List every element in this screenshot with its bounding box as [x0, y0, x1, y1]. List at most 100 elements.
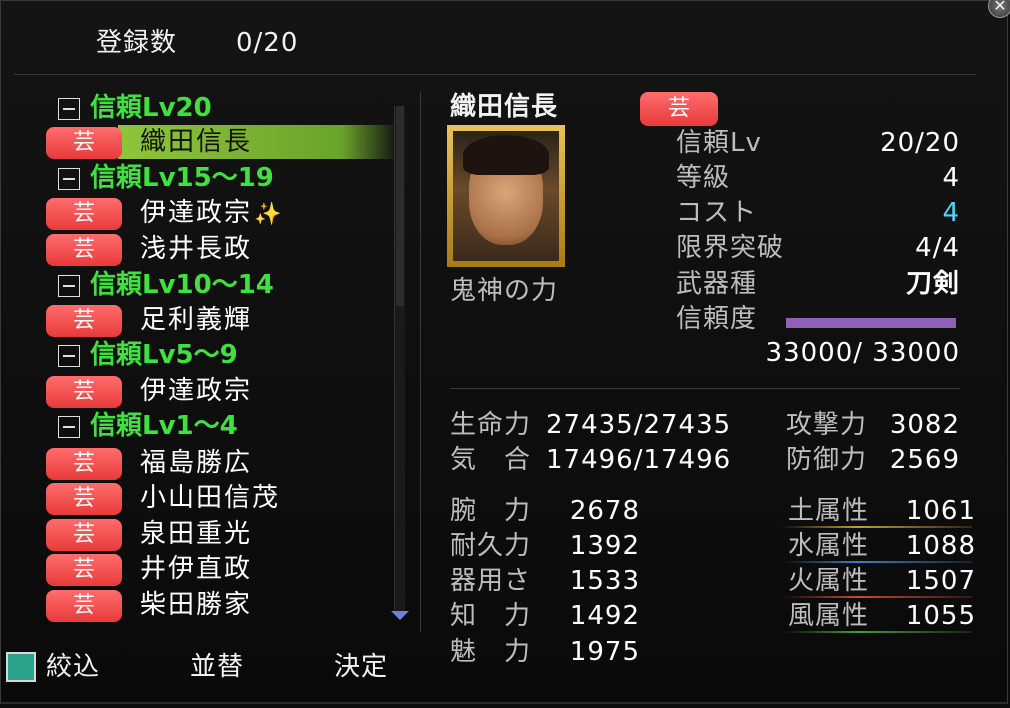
limit-break-value: 4/4: [915, 233, 960, 263]
list-item[interactable]: 芸 足利義輝: [44, 302, 394, 338]
water-attr-value: 1088: [905, 531, 976, 561]
earth-attr-value: 1061: [905, 496, 976, 526]
detail-name: 織田信長: [450, 92, 559, 122]
list-item-selected[interactable]: 芸 織田信長: [44, 124, 394, 160]
list-item-name: 泉田重光: [140, 519, 253, 549]
art-badge: 芸: [46, 234, 122, 266]
art-badge: 芸: [46, 305, 122, 337]
hp-value: 27435/27435: [546, 410, 732, 440]
registered-count-label: 登録数: [96, 28, 178, 58]
list-item[interactable]: 芸 伊達政宗✨: [44, 195, 394, 231]
collapse-icon[interactable]: [58, 345, 80, 367]
scroll-thumb[interactable]: [396, 106, 404, 306]
art-badge: 芸: [46, 127, 122, 159]
wind-attr-label: 風属性: [788, 601, 870, 631]
art-badge: 芸: [46, 448, 122, 480]
collapse-icon[interactable]: [58, 168, 80, 190]
art-badge: 芸: [46, 554, 122, 586]
scroll-down-arrow-icon[interactable]: [391, 611, 409, 620]
filter-button[interactable]: 絞込: [46, 652, 100, 682]
endurance-value: 1392: [569, 531, 640, 561]
collapse-icon[interactable]: [58, 416, 80, 438]
list-item[interactable]: 芸 福島勝広: [44, 445, 394, 481]
list-item-name: 伊達政宗✨: [140, 197, 283, 231]
list-item[interactable]: 芸 泉田重光: [44, 516, 394, 552]
art-badge: 芸: [46, 483, 122, 515]
group-label: 信頼Lv10～14: [90, 270, 274, 300]
list-item[interactable]: 芸 浅井長政: [44, 231, 394, 267]
group-header[interactable]: 信頼Lv1～4: [44, 408, 394, 444]
collapse-icon[interactable]: [58, 98, 80, 120]
group-header[interactable]: 信頼Lv20: [44, 90, 394, 126]
weapon-type-label: 武器種: [676, 269, 758, 299]
header-divider: [14, 74, 976, 75]
group-label: 信頼Lv1～4: [90, 411, 238, 441]
defense-value: 2569: [889, 445, 960, 475]
grade-label: 等級: [676, 163, 731, 193]
list-item-name: 伊達政宗: [140, 376, 253, 406]
skill-name: 鬼神の力: [450, 276, 559, 306]
wind-attr-value: 1055: [905, 601, 976, 631]
charm-label: 魅 力: [450, 637, 532, 667]
ki-value: 17496/17496: [546, 445, 732, 475]
list-item-name: 福島勝広: [140, 448, 253, 478]
panel-divider: [420, 92, 421, 632]
filter-button-icon[interactable]: [6, 652, 36, 682]
fire-attr-underline: [782, 596, 972, 598]
attack-value: 3082: [889, 410, 960, 440]
list-item[interactable]: 芸 伊達政宗: [44, 373, 394, 409]
character-portrait: [447, 125, 565, 267]
defense-label: 防御力: [786, 445, 868, 475]
endurance-label: 耐久力: [450, 531, 532, 561]
stats-divider: [450, 388, 960, 389]
fire-attr-value: 1507: [905, 566, 976, 596]
list-item[interactable]: 芸 柴田勝家: [44, 587, 394, 623]
list-item[interactable]: 芸 小山田信茂: [44, 480, 394, 516]
grade-value: 4: [942, 163, 960, 193]
group-label: 信頼Lv5～9: [90, 340, 238, 370]
list-item-name: 小山田信茂: [140, 483, 281, 513]
confirm-button[interactable]: 決定: [334, 652, 388, 682]
art-badge: 芸: [46, 590, 122, 622]
water-attr-label: 水属性: [788, 531, 870, 561]
charm-value: 1975: [569, 637, 640, 667]
dexterity-label: 器用さ: [450, 566, 532, 596]
detail-art-badge: 芸: [640, 92, 718, 126]
group-header[interactable]: 信頼Lv10～14: [44, 267, 394, 303]
art-badge: 芸: [46, 519, 122, 551]
list-scrollbar[interactable]: [394, 106, 405, 614]
list-item-name: 足利義輝: [140, 305, 253, 335]
group-label: 信頼Lv20: [90, 93, 212, 123]
trust-level-label: 信頼Lv: [676, 128, 762, 158]
cost-value: 4: [942, 198, 960, 228]
limit-break-label: 限界突破: [676, 233, 785, 263]
group-header[interactable]: 信頼Lv15～19: [44, 160, 394, 196]
trust-level-value: 20/20: [880, 128, 960, 158]
strength-value: 2678: [569, 496, 640, 526]
earth-attr-label: 土属性: [788, 496, 870, 526]
dexterity-value: 1533: [569, 566, 640, 596]
list-item[interactable]: 芸 井伊直政: [44, 551, 394, 587]
registered-count-value: 0/20: [236, 28, 299, 58]
attack-label: 攻撃力: [786, 410, 868, 440]
ally-list[interactable]: 信頼Lv20 芸 織田信長 信頼Lv15～19 芸 伊達政宗✨ 芸 浅井長政 信…: [44, 88, 394, 624]
weapon-type-value: 刀剣: [905, 269, 960, 299]
intellect-label: 知 力: [450, 601, 532, 631]
wind-attr-underline: [782, 631, 972, 633]
art-badge: 芸: [46, 376, 122, 408]
list-item-name: 井伊直政: [140, 554, 253, 584]
list-item-name: 浅井長政: [140, 234, 253, 264]
earth-attr-underline: [782, 526, 972, 528]
list-item-name-text: 伊達政宗: [140, 198, 253, 228]
sparkle-icon: ✨: [254, 202, 284, 227]
group-label: 信頼Lv15～19: [90, 163, 274, 193]
cost-label: コスト: [676, 198, 758, 228]
sort-button[interactable]: 並替: [190, 652, 244, 682]
trust-points-label: 信頼度: [676, 304, 758, 334]
ki-label: 気 合: [450, 445, 532, 475]
list-item-name: 柴田勝家: [140, 590, 253, 620]
group-header[interactable]: 信頼Lv5～9: [44, 337, 394, 373]
water-attr-underline: [782, 561, 972, 563]
collapse-icon[interactable]: [58, 275, 80, 297]
strength-label: 腕 力: [450, 496, 532, 526]
